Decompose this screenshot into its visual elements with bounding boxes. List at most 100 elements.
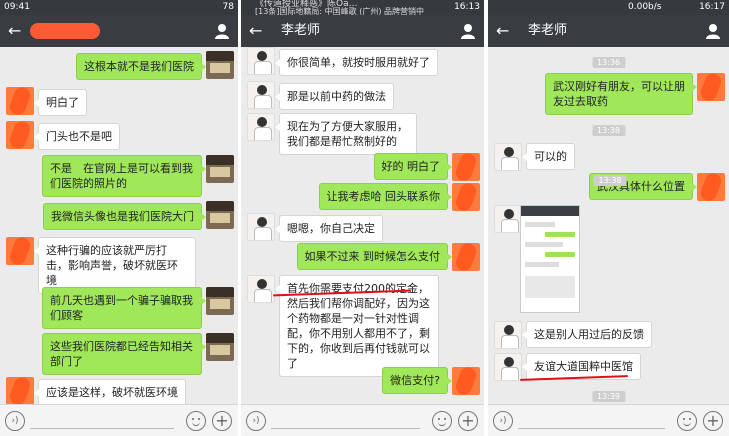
message-row: 门头也不是吧 (0, 121, 238, 150)
back-arrow-icon[interactable]: ← (496, 21, 512, 41)
message-row: 明白了 (0, 87, 238, 116)
avatar[interactable] (247, 81, 275, 109)
message-list[interactable]: 13:36 武汉刚好有朋友，可以让朋友过去取药 13:38 可以的 武汉具体什么… (488, 47, 729, 404)
chat-panel-3: 0.00b/s 16:17 ← 李老师 13:36 武汉刚好有朋友，可以让朋友过… (488, 0, 729, 436)
message-row: 好的 明白了 (241, 153, 484, 181)
avatar[interactable] (206, 333, 234, 361)
back-arrow-icon[interactable]: ← (249, 21, 265, 41)
avatar[interactable] (206, 155, 234, 183)
message-row: 武汉刚好有朋友，可以让朋友过去取药 (488, 73, 729, 115)
status-bar: 0.00b/s 16:17 (488, 0, 729, 15)
emoji-icon[interactable] (186, 411, 206, 431)
status-bar: 《传道授业释惑》陈Oa… [13条]国际地籍局: 中国峰歌 (广州) 品牌营销中… (241, 0, 484, 16)
avatar[interactable] (247, 275, 275, 303)
message-bubble-received[interactable]: 门头也不是吧 (34, 123, 120, 150)
message-bubble-sent[interactable]: 不是 在官网上是可以看到我们医院的照片的 (42, 155, 206, 197)
avatar[interactable] (6, 121, 34, 149)
avatar[interactable] (206, 51, 234, 79)
message-bubble-sent[interactable]: 好的 明白了 (373, 153, 452, 180)
message-row: 前几天也遇到一个骗子骗取我们顾客 (0, 287, 238, 329)
status-battery: 78 (222, 2, 234, 12)
avatar[interactable] (6, 237, 34, 265)
message-bubble-sent[interactable]: 微信支付? (382, 367, 452, 394)
message-list[interactable]: 这根本就不是我们医院 明白了 门头也不是吧 不是 在官网上是可以看到我们医院的照… (0, 47, 238, 404)
timestamp: 13:38 (593, 175, 627, 186)
message-row: 首先你需要支付200的定金，然后我们帮你调配好，因为这个药物都是一对一针对性调配… (241, 275, 484, 377)
avatar[interactable] (452, 243, 480, 271)
profile-icon[interactable] (705, 23, 721, 39)
message-bubble-received[interactable]: 明白了 (34, 89, 87, 116)
emoji-icon[interactable] (677, 411, 697, 431)
message-bubble-received[interactable]: 那是以前中药的做法 (275, 83, 394, 110)
message-bubble-received[interactable]: 可以的 (522, 143, 575, 170)
message-row: 这些我们医院都已经告知相关部门了 (0, 333, 238, 375)
message-row: 不是 在官网上是可以看到我们医院的照片的 (0, 155, 238, 197)
chat-panel-2: 《传道授业释惑》陈Oa… [13条]国际地籍局: 中国峰歌 (广州) 品牌营销中… (241, 0, 484, 436)
avatar[interactable] (494, 353, 522, 381)
message-row: 嗯嗯，你自己决定 (241, 213, 484, 242)
message-row: 这种行骗的应该就严厉打击，影响声誉，破坏就医环境 (0, 237, 238, 294)
message-input[interactable] (271, 428, 420, 429)
message-row: 微信支付? (241, 367, 484, 395)
message-bubble-received[interactable]: 嗯嗯，你自己决定 (275, 215, 383, 242)
chat-header: ← (0, 15, 238, 47)
message-list[interactable]: 你很简单，就按时服用就好了 那是以前中药的做法 现在为了方便大家服用，我们都是帮… (241, 47, 484, 404)
timestamp: 13:39 (591, 391, 626, 402)
avatar[interactable] (206, 201, 234, 229)
image-message-thumbnail[interactable] (520, 205, 580, 313)
avatar[interactable] (452, 183, 480, 211)
profile-icon[interactable] (214, 23, 230, 39)
page-title: 李老师 (528, 23, 568, 38)
avatar[interactable] (697, 73, 725, 101)
avatar[interactable] (6, 377, 34, 404)
voice-icon[interactable]: ›) (493, 411, 513, 431)
avatar[interactable] (494, 321, 522, 349)
message-bubble-sent[interactable]: 让我考虑哈 回头联系你 (318, 183, 452, 210)
message-bubble-sent[interactable]: 前几天也遇到一个骗子骗取我们顾客 (42, 287, 206, 329)
message-row: 如果不过来 到时候怎么支付 (241, 243, 484, 271)
message-bubble-sent[interactable]: 如果不过来 到时候怎么支付 (296, 243, 452, 270)
message-row: 那是以前中药的做法 (241, 81, 484, 110)
chat-header: ← 李老师 (488, 15, 729, 47)
emoji-icon[interactable] (432, 411, 452, 431)
message-row: 应该是这样，破坏就医环境 (0, 377, 238, 404)
plus-icon[interactable]: + (212, 411, 232, 431)
timestamp: 13:38 (591, 125, 626, 136)
avatar[interactable] (452, 153, 480, 181)
voice-icon[interactable]: ›) (5, 411, 25, 431)
message-bubble-received[interactable]: 首先你需要支付200的定金，然后我们帮你调配好，因为这个药物都是一对一针对性调配… (275, 275, 439, 377)
input-bar: ›) + (0, 404, 238, 436)
message-bubble-received[interactable]: 这种行骗的应该就严厉打击，影响声誉，破坏就医环境 (34, 237, 196, 294)
avatar[interactable] (247, 213, 275, 241)
message-bubble-received[interactable]: 这是别人用过后的反馈 (522, 321, 652, 348)
message-bubble-received[interactable]: 现在为了方便大家服用，我们都是帮忙熬制好的 (275, 113, 417, 155)
avatar[interactable] (247, 47, 275, 75)
avatar[interactable] (697, 173, 725, 201)
avatar[interactable] (6, 87, 34, 115)
voice-icon[interactable]: ›) (246, 411, 266, 431)
message-row: 让我考虑哈 回头联系你 (241, 183, 484, 211)
message-bubble-sent[interactable]: 我微信头像也是我们医院大门 (43, 203, 206, 230)
avatar[interactable] (494, 205, 522, 233)
message-bubble-received[interactable]: 应该是这样，破坏就医环境 (34, 379, 186, 404)
message-bubble-sent[interactable]: 这些我们医院都已经告知相关部门了 (42, 333, 206, 375)
avatar[interactable] (206, 287, 234, 315)
plus-icon[interactable]: + (458, 411, 478, 431)
message-bubble-sent[interactable]: 武汉刚好有朋友，可以让朋友过去取药 (545, 73, 697, 115)
message-input[interactable] (518, 428, 665, 429)
profile-icon[interactable] (460, 23, 476, 39)
message-text: 首先你需要支付200的定金，然后我们帮你调配好，因为这个药物都是一对一针对性调配… (287, 282, 430, 370)
message-bubble-received[interactable]: 你很简单，就按时服用就好了 (275, 49, 438, 76)
chat-header: ← 李老师 (241, 15, 484, 47)
back-arrow-icon[interactable]: ← (8, 21, 24, 41)
status-time: 16:17 (699, 2, 725, 12)
message-bubble-sent[interactable]: 这根本就不是我们医院 (76, 53, 206, 80)
avatar[interactable] (494, 143, 522, 171)
message-row: 现在为了方便大家服用，我们都是帮忙熬制好的 (241, 113, 484, 155)
plus-icon[interactable]: + (703, 411, 723, 431)
avatar[interactable] (452, 367, 480, 395)
avatar[interactable] (247, 113, 275, 141)
status-time: 09:41 (4, 2, 30, 12)
timestamp: 13:36 (591, 57, 626, 68)
message-input[interactable] (30, 428, 174, 429)
